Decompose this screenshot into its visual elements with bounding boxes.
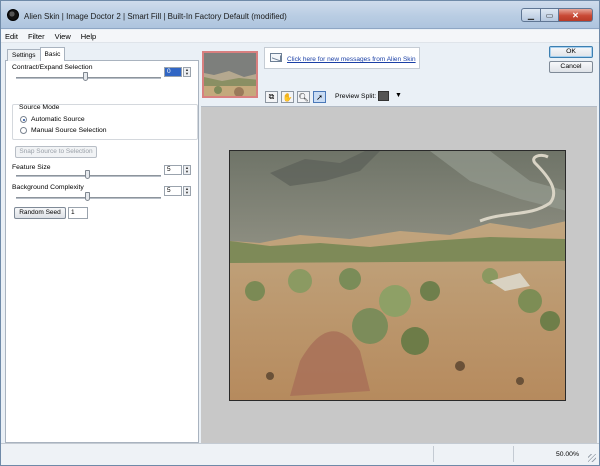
preview-toolbar: Click here for new messages from Alien S… bbox=[201, 45, 597, 107]
background-complexity-slider-thumb[interactable] bbox=[85, 192, 90, 201]
minimize-icon[interactable]: ▁ bbox=[521, 8, 541, 22]
app-icon[interactable] bbox=[7, 9, 19, 21]
resize-grip[interactable] bbox=[588, 454, 596, 462]
panel-tabs: Settings Basic bbox=[7, 47, 66, 61]
status-divider bbox=[513, 446, 514, 462]
zoom-level: 50.00% bbox=[555, 451, 579, 458]
feature-size-stepper[interactable]: ▲ ▼ bbox=[183, 165, 191, 175]
random-seed-input[interactable]: 1 bbox=[68, 207, 88, 219]
menu-view[interactable]: View bbox=[55, 32, 71, 41]
background-complexity-label: Background Complexity bbox=[12, 184, 84, 191]
background-complexity-stepper[interactable]: ▲ ▼ bbox=[183, 186, 191, 196]
snap-source-button[interactable]: Snap Source to Selection bbox=[15, 146, 97, 158]
maximize-icon[interactable]: ▭ bbox=[541, 8, 559, 22]
contract-expand-label: Contract/Expand Selection bbox=[12, 64, 93, 71]
cancel-button[interactable]: Cancel bbox=[549, 61, 593, 73]
menu-help[interactable]: Help bbox=[81, 32, 96, 41]
settings-panel: Contract/Expand Selection 0 ▲ ▼ Source Mo… bbox=[5, 45, 199, 443]
pointer-icon[interactable]: ➚ bbox=[313, 91, 326, 103]
source-mode-label: Source Mode bbox=[19, 104, 60, 111]
preview-split-label: Preview Split: bbox=[335, 93, 377, 100]
contract-expand-input[interactable]: 0 bbox=[164, 67, 182, 77]
status-divider bbox=[433, 446, 434, 462]
chevron-down-icon[interactable]: ▼ bbox=[395, 92, 402, 99]
source-mode-group: Source Mode Automatic Source Manual Sour… bbox=[12, 104, 198, 140]
message-icon bbox=[270, 53, 282, 62]
compare-icon[interactable]: ⧉ bbox=[265, 91, 278, 103]
feature-size-slider-thumb[interactable] bbox=[85, 170, 90, 179]
messages-link[interactable]: Click here for new messages from Alien S… bbox=[287, 56, 416, 63]
basic-tab-body: Contract/Expand Selection 0 ▲ ▼ Source Mo… bbox=[5, 60, 199, 443]
automatic-source-label[interactable]: Automatic Source bbox=[31, 116, 85, 123]
preview-split-swatch[interactable] bbox=[378, 91, 389, 101]
preview-area: Click here for new messages from Alien S… bbox=[201, 45, 597, 443]
close-icon[interactable]: ✕ bbox=[559, 8, 593, 22]
status-bar: 50.00% bbox=[1, 443, 599, 465]
hand-icon[interactable]: ✋ bbox=[281, 91, 294, 103]
manual-source-radio[interactable] bbox=[20, 127, 27, 134]
feature-size-input[interactable]: 5 bbox=[164, 165, 182, 175]
contract-expand-slider-thumb[interactable] bbox=[83, 72, 88, 81]
contract-expand-stepper[interactable]: ▲ ▼ bbox=[183, 67, 191, 77]
zoom-icon[interactable]: 🔍︎ bbox=[297, 91, 310, 103]
menu-filter[interactable]: Filter bbox=[28, 32, 45, 41]
navigator-thumbnail[interactable] bbox=[202, 51, 258, 98]
messages-box[interactable]: Click here for new messages from Alien S… bbox=[264, 47, 420, 69]
menu-edit[interactable]: Edit bbox=[5, 32, 18, 41]
contract-expand-slider[interactable] bbox=[16, 77, 161, 79]
manual-source-label[interactable]: Manual Source Selection bbox=[31, 127, 107, 134]
automatic-source-radio[interactable] bbox=[20, 116, 27, 123]
random-seed-button[interactable]: Random Seed bbox=[14, 207, 66, 219]
tab-settings[interactable]: Settings bbox=[7, 49, 41, 61]
window-title: Alien Skin | Image Doctor 2 | Smart Fill… bbox=[24, 12, 287, 21]
ok-button[interactable]: OK bbox=[549, 46, 593, 58]
feature-size-label: Feature Size bbox=[12, 164, 51, 171]
app-window: Alien Skin | Image Doctor 2 | Smart Fill… bbox=[0, 0, 600, 466]
tab-basic[interactable]: Basic bbox=[39, 47, 66, 61]
title-bar[interactable]: Alien Skin | Image Doctor 2 | Smart Fill… bbox=[1, 1, 599, 29]
background-complexity-input[interactable]: 5 bbox=[164, 186, 182, 196]
preview-image[interactable] bbox=[229, 150, 566, 401]
window-controls: ▁ ▭ ✕ bbox=[521, 8, 593, 22]
menu-bar: Edit Filter View Help bbox=[1, 30, 599, 43]
